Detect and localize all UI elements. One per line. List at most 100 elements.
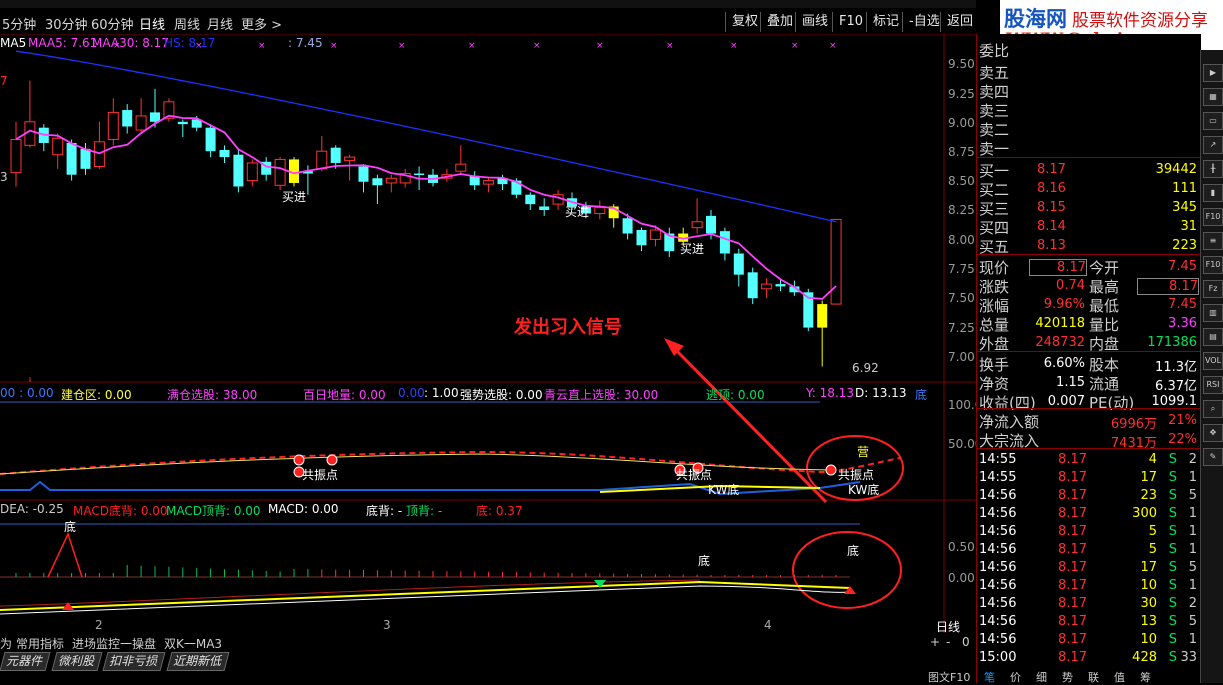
quote-value: 8.17 [1029,259,1087,276]
tick-volume: 4 [1148,452,1157,467]
tab-5min[interactable]: 5分钟 [2,14,36,33]
candle-body [372,178,383,186]
expand-icon[interactable]: ▶ [1203,64,1223,82]
quote-label: 最高 [1089,278,1120,296]
quote-value: 8.17 [1137,278,1199,295]
draw-line-button[interactable]: 画线 [795,12,834,32]
vol-icon[interactable]: ▥ [1203,304,1223,322]
x-mark: 4 [764,618,772,632]
svg-text:×: × [791,41,799,51]
tick-volume: 428 [1132,650,1157,665]
fund-value: 6.60% [1043,356,1085,371]
zoom-icon[interactable]: ⌕ [1203,400,1223,418]
trend-line-red [0,450,901,475]
grid-icon[interactable]: ▦ [1203,88,1223,106]
signal-annotation: 发出习入信号 [514,317,622,338]
quote-label: 最低 [1089,297,1120,315]
tab-daily[interactable]: 日线 [139,14,165,33]
chart-icon[interactable]: ↗ [1203,136,1223,154]
svg-text:×: × [330,41,338,51]
tab-wei[interactable]: 为 [0,635,12,652]
quote-value: 171386 [1147,335,1197,350]
quote-label: 涨跌 [979,278,1010,296]
buy-level-price: 8.14 [1037,219,1066,234]
tick-count: 5 [1188,560,1197,575]
ind2-axis: 0.50 [948,540,975,554]
block-koufei[interactable]: 扣非亏损 [102,652,166,671]
quote-value: 3.36 [1168,316,1197,331]
candle-body [246,162,258,182]
tick-divider [977,448,1201,449]
ind1-mancang: 满仓选股: 38.00 [167,388,258,402]
zoom-in-button[interactable]: + [930,635,940,649]
mark-button[interactable]: 标记 [866,12,905,32]
f10-button[interactable]: F10 [832,12,869,32]
table-icon[interactable]: ▤ [1203,328,1223,346]
candle-body [358,166,369,182]
tab-common-indicators[interactable]: 常用指标 [16,635,64,652]
back-button[interactable]: 返回 [940,12,979,32]
svg-text:×: × [468,41,476,51]
tab-60min[interactable]: 60分钟 [91,14,134,33]
tab-weekly[interactable]: 周线 [174,14,200,33]
tick-count: 1 [1188,470,1197,485]
quote-divider [977,254,1201,255]
move-icon[interactable]: ✥ [1203,424,1223,442]
tick-side: S [1168,470,1177,485]
price-tick: 8.25 [948,203,975,217]
ind1-blue: 0.00 [398,386,425,400]
block-weili[interactable]: 微利股 [51,652,103,671]
tick-price: 8.17 [1058,542,1087,557]
tab-double-k[interactable]: 双K一MA3 [164,635,222,652]
ind2-macd-ding: MACD顶背: 0.00 [166,504,261,518]
macd-di-label-3: 底 [847,544,860,558]
fund-label: 股本 [1089,356,1120,374]
pen-icon[interactable]: ✎ [1203,448,1223,466]
overlay-button[interactable]: 叠加 [760,12,799,32]
vol-icon-2[interactable]: VOL [1203,352,1223,370]
quote-value: 248732 [1035,335,1085,350]
tick-count: 1 [1188,542,1197,557]
macd-di-label-1: 底 [64,520,77,534]
window-icon[interactable]: ▭ [1203,112,1223,130]
kline-chart[interactable]: × × × × × × × × × × × × [0,34,976,634]
fz-icon[interactable]: Fz [1203,280,1223,298]
weibi-label: 委比 [979,42,1010,60]
rsi-icon[interactable]: RSI [1203,376,1223,394]
tick-time: 15:00 [979,650,1017,665]
tick-side: S [1168,506,1177,521]
candle-body [525,194,536,205]
bar-icon[interactable]: ▮ [1203,184,1223,202]
tick-side: S [1168,452,1177,467]
tick-side: S [1168,596,1177,611]
tick-price: 8.17 [1058,560,1087,575]
list-icon[interactable]: ≡ [1203,232,1223,250]
f10-icon[interactable]: F10 [1203,208,1223,226]
ma5-line [15,114,837,300]
reset-button[interactable]: 0 [962,635,970,649]
tab-monthly[interactable]: 月线 [207,14,233,33]
tab-more[interactable]: 更多 > [241,14,282,33]
quote-value: 9.96% [1043,297,1085,312]
price-tick: 8.50 [948,174,975,188]
maa5-label: MAA5: 7.61 [28,36,98,50]
block-nav: 元器件 微利股 扣非亏损 近期新低 [0,652,976,671]
zoom-out-button[interactable]: - [946,635,950,649]
fund-divider [977,351,1201,352]
ma5-label: MA5 [0,36,27,50]
tick-time: 14:56 [979,596,1017,611]
tab-entry-monitor[interactable]: 进场监控一操盘 [72,635,156,652]
ind2-macd: MACD: 0.00 [268,502,339,516]
ind2-axis: 0.00 [948,571,975,585]
extra-label: : 7.45 [288,36,323,50]
candle-body [177,121,188,125]
tick-count: 2 [1188,596,1197,611]
kline-icon[interactable]: ╫ [1203,160,1223,178]
fund-label: 换手 [979,356,1010,374]
buy-level-price: 8.16 [1037,181,1066,196]
tab-30min[interactable]: 30分钟 [45,14,88,33]
block-components[interactable]: 元器件 [0,652,51,671]
f10-icon-2[interactable]: F10 [1203,256,1223,274]
block-new-low[interactable]: 近期新低 [166,652,230,671]
fuquan-button[interactable]: 复权 [725,12,764,32]
